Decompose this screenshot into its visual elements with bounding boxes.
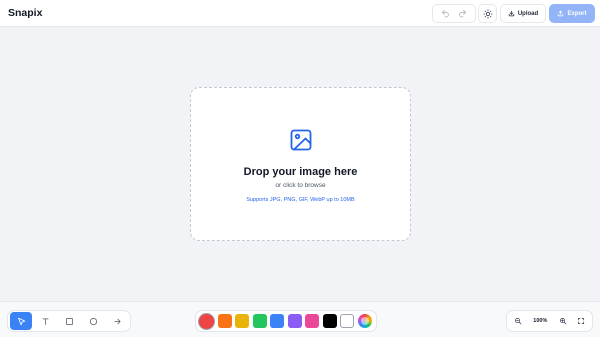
bottom-toolbar: 100%	[0, 301, 600, 337]
dropzone-subtitle: or click to browse	[275, 182, 326, 189]
upload-button[interactable]: Upload	[500, 4, 546, 23]
color-swatch-orange[interactable]	[217, 314, 232, 328]
dropzone-formats: Supports JPG, PNG, GIF, WebP up to 10MB	[246, 197, 355, 203]
rectangle-icon	[65, 317, 73, 325]
tool-circle[interactable]	[82, 312, 104, 330]
arrow-icon	[114, 318, 120, 324]
circle-icon	[89, 317, 97, 325]
color-palette	[195, 310, 377, 332]
zoom-controls: 100%	[506, 310, 593, 332]
app-title: Snapix	[8, 7, 43, 19]
sun-icon	[482, 8, 493, 19]
text-icon	[42, 318, 48, 325]
image-icon	[290, 129, 312, 151]
color-swatch-green[interactable]	[252, 314, 267, 328]
export-icon	[558, 10, 564, 17]
tool-text[interactable]	[34, 312, 56, 330]
redo-icon	[459, 10, 466, 18]
custom-color-picker[interactable]	[357, 314, 372, 328]
zoom-in-button[interactable]	[556, 314, 570, 328]
zoom-level: 100%	[533, 318, 548, 324]
tool-group	[7, 310, 131, 332]
export-label: Export	[567, 10, 587, 17]
theme-toggle-button[interactable]	[478, 4, 497, 23]
zoom-in-icon	[559, 317, 567, 325]
dropzone-title: Drop your image here	[243, 166, 358, 178]
tool-rectangle[interactable]	[58, 312, 80, 330]
color-swatch-blue[interactable]	[270, 314, 284, 328]
export-button[interactable]: Export	[549, 4, 595, 23]
color-swatch-black[interactable]	[322, 314, 337, 328]
undo-icon	[442, 10, 449, 18]
color-swatch-yellow[interactable]	[235, 314, 249, 328]
upload-label: Upload	[517, 10, 539, 17]
header: Snapix Upload Export	[0, 0, 600, 27]
tool-select[interactable]	[10, 312, 32, 330]
image-dropzone[interactable]: Drop your image here or click to browse …	[190, 87, 411, 241]
zoom-out-icon	[514, 317, 522, 325]
color-swatch-pink[interactable]	[305, 314, 319, 328]
color-swatch-red[interactable]	[199, 313, 214, 329]
zoom-out-button[interactable]	[511, 314, 525, 328]
undo-button[interactable]	[437, 5, 454, 22]
cursor-icon	[17, 317, 25, 325]
fullscreen-icon	[577, 317, 585, 325]
color-swatch-white[interactable]	[340, 314, 354, 328]
tool-arrow[interactable]	[106, 312, 128, 330]
color-swatch-purple[interactable]	[287, 314, 302, 328]
upload-icon	[508, 10, 515, 17]
redo-button[interactable]	[454, 5, 471, 22]
fit-screen-button[interactable]	[574, 314, 588, 328]
history-group	[432, 4, 476, 23]
